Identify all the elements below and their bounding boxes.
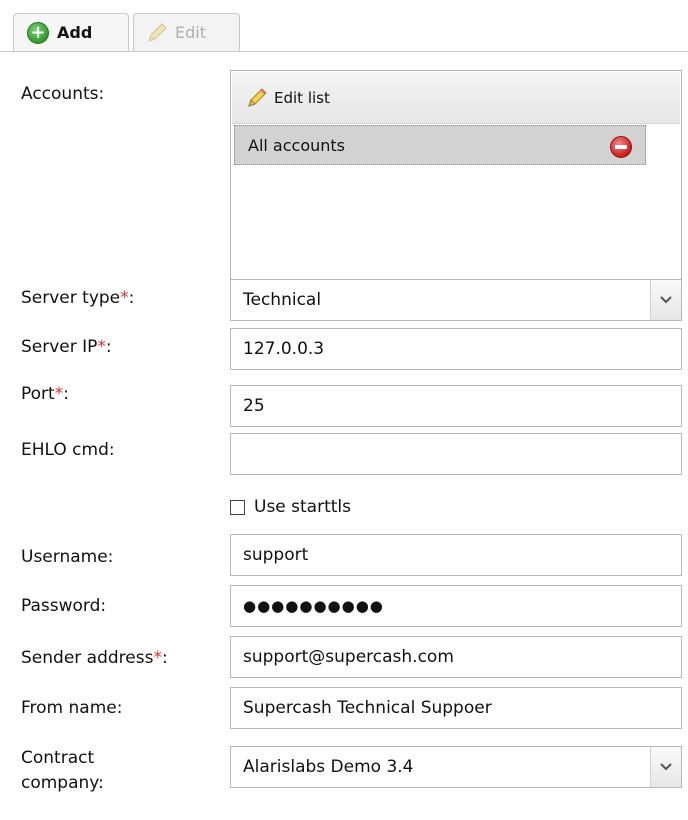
password-label: Password: <box>21 596 107 616</box>
tab-divider <box>0 51 688 52</box>
label-colon: : <box>63 384 69 404</box>
starttls-label: Use starttls <box>254 497 352 517</box>
tab-add[interactable]: + Add <box>13 13 129 51</box>
contract-label-line1: Contract <box>21 748 95 768</box>
list-item-label: All accounts <box>248 135 345 155</box>
password-input[interactable]: ●●●●●●●●●● <box>230 585 682 627</box>
username-label: Username: <box>21 547 114 567</box>
contract-company-label: Contract company: <box>21 746 104 796</box>
tab-edit-label: Edit <box>175 23 206 42</box>
sender-address-value: support@supercash.com <box>243 647 454 667</box>
username-input[interactable]: support <box>230 534 682 576</box>
tab-edit[interactable]: Edit <box>133 13 240 51</box>
label-colon: : <box>128 288 135 308</box>
starttls-option[interactable]: Use starttls <box>230 494 351 520</box>
from-name-input[interactable]: Supercash Technical Suppoer <box>230 687 682 729</box>
server-ip-label-text: Server IP <box>21 337 98 357</box>
accounts-label: Accounts: <box>21 84 105 104</box>
list-item[interactable]: All accounts <box>234 125 646 165</box>
port-value: 25 <box>243 396 265 416</box>
label-colon: : <box>161 648 168 668</box>
chevron-down-icon[interactable] <box>650 747 681 787</box>
ehlo-input[interactable] <box>230 433 682 475</box>
remove-icon[interactable] <box>610 136 632 158</box>
server-type-select[interactable]: Technical <box>230 279 682 321</box>
tab-bar: + Add Edit <box>0 0 688 52</box>
username-value: support <box>243 545 309 565</box>
server-ip-value: 127.0.0.3 <box>243 339 325 359</box>
required-mark: * <box>54 384 64 404</box>
pencil-icon <box>148 22 167 42</box>
sender-address-input[interactable]: support@supercash.com <box>230 636 682 678</box>
sender-address-label: Sender address*: <box>21 648 168 668</box>
required-mark: * <box>120 288 129 308</box>
port-input[interactable]: 25 <box>230 385 682 427</box>
contract-company-value: Alarislabs Demo 3.4 <box>243 757 414 777</box>
server-type-label-text: Server type <box>21 288 121 308</box>
edit-list-button[interactable]: Edit list <box>232 72 680 124</box>
server-ip-input[interactable]: 127.0.0.3 <box>230 328 682 370</box>
chevron-down-icon[interactable] <box>650 280 681 320</box>
label-colon: : <box>105 337 112 357</box>
add-icon: + <box>27 21 49 44</box>
from-name-label: From name: <box>21 698 123 718</box>
accounts-list: Edit list All accounts <box>230 70 682 288</box>
edit-list-label: Edit list <box>274 88 330 107</box>
starttls-checkbox[interactable] <box>230 499 245 515</box>
server-type-value: Technical <box>243 290 322 310</box>
password-value: ●●●●●●●●●● <box>243 597 384 615</box>
from-name-value: Supercash Technical Suppoer <box>243 698 492 718</box>
port-label: Port*: <box>21 384 69 404</box>
pencil-icon <box>248 87 267 107</box>
required-mark: * <box>153 648 162 668</box>
server-type-label: Server type*: <box>21 288 134 308</box>
ehlo-label: EHLO cmd: <box>21 440 115 460</box>
server-ip-label: Server IP*: <box>21 337 112 357</box>
contract-company-select[interactable]: Alarislabs Demo 3.4 <box>230 746 682 788</box>
required-mark: * <box>97 337 106 357</box>
tab-add-label: Add <box>57 23 93 42</box>
port-label-text: Port <box>21 384 55 404</box>
contract-label-line2: company: <box>21 773 104 793</box>
sender-label-text: Sender address <box>21 648 154 668</box>
